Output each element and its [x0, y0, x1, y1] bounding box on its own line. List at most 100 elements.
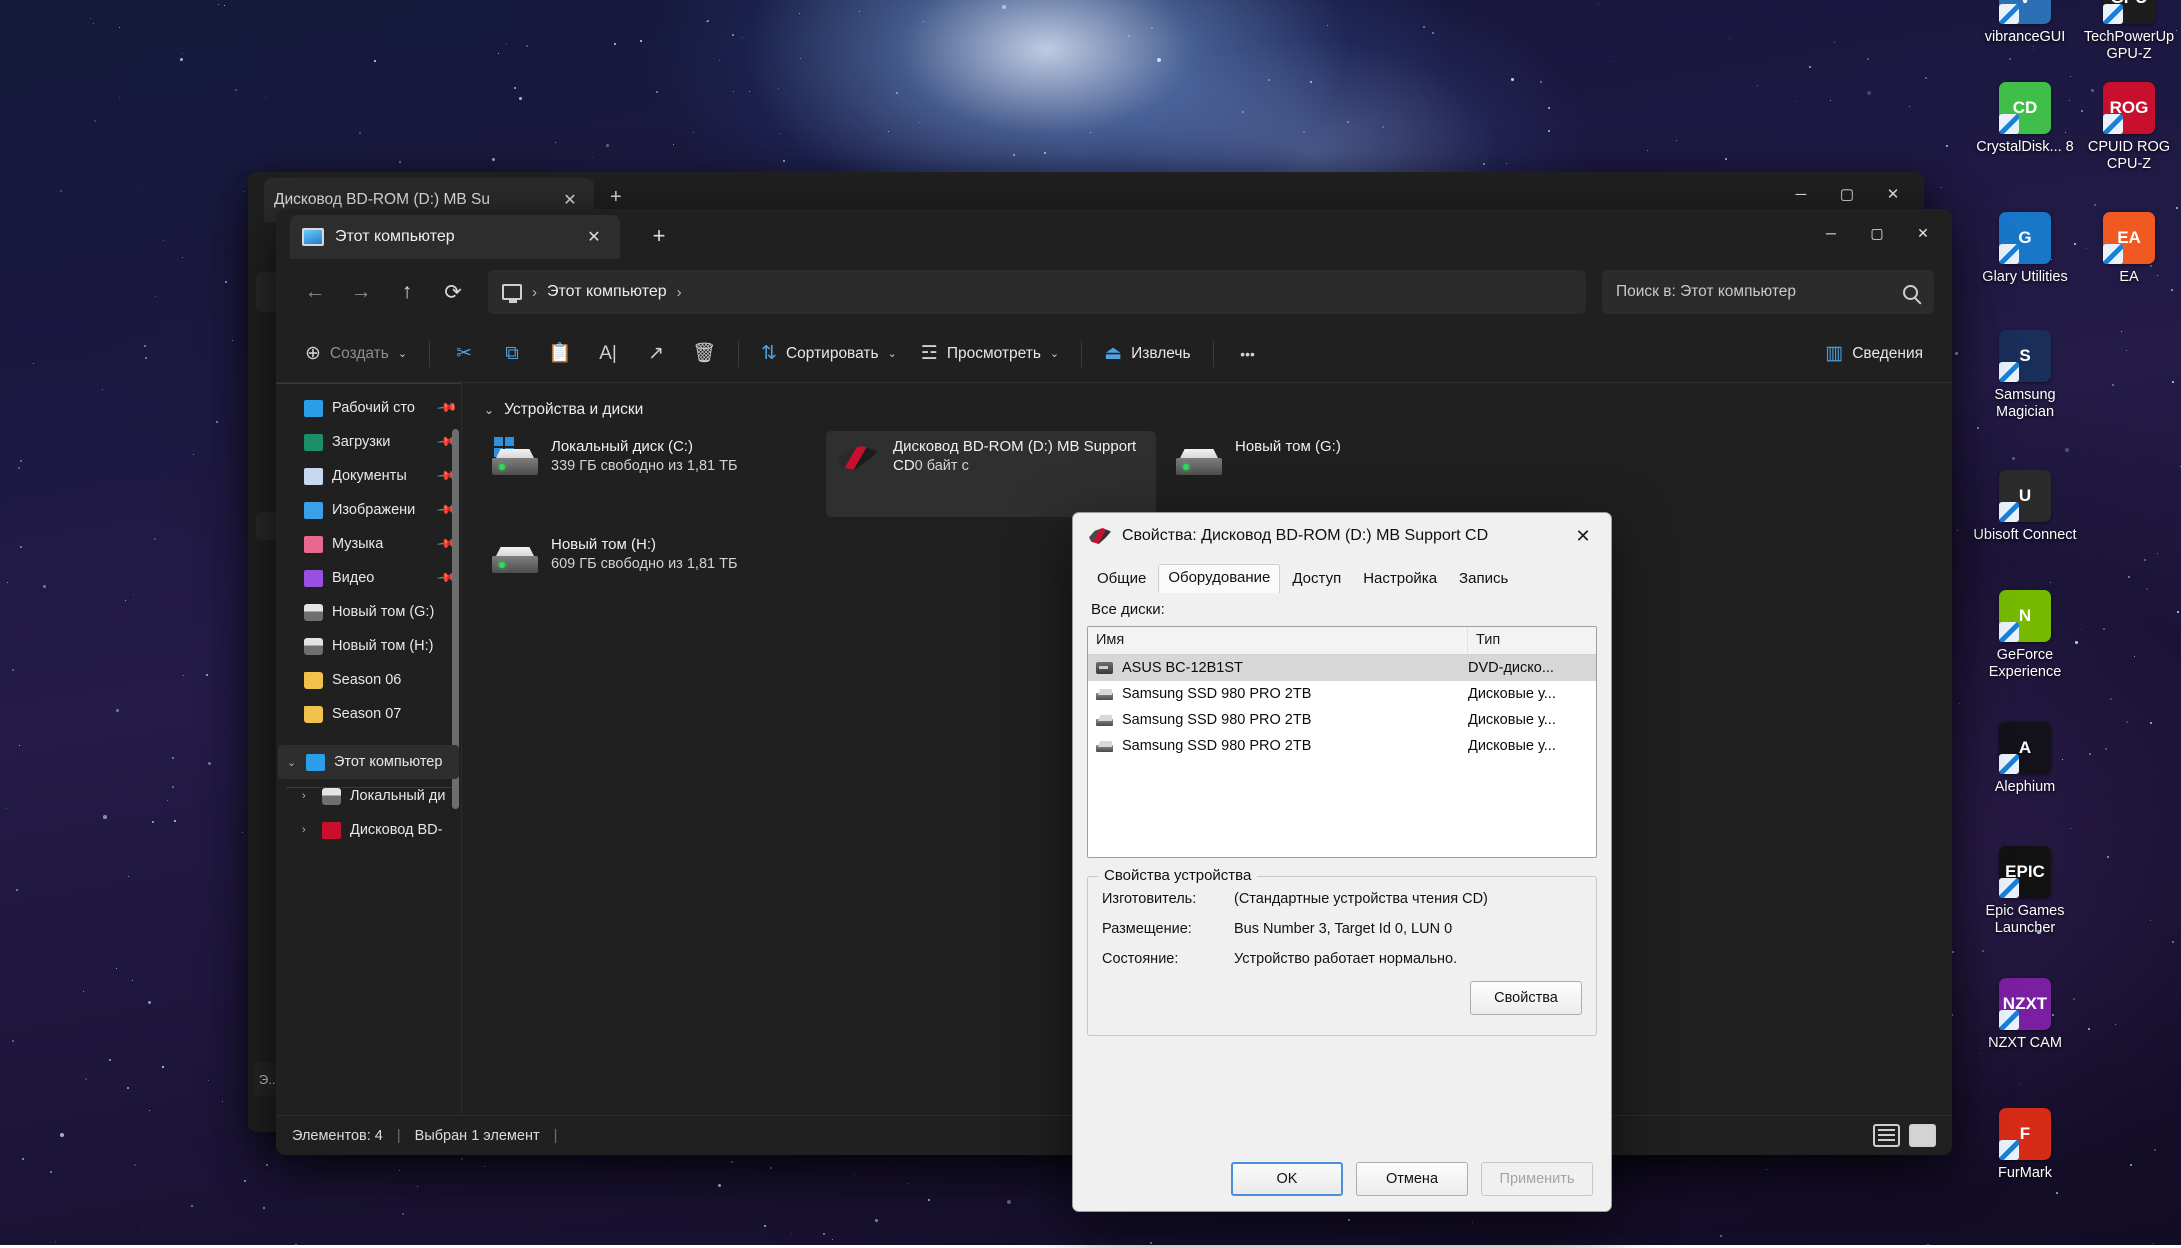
sidebar-item[interactable]: Новый том (G:) [276, 595, 461, 629]
desktop-icon-ubisoft-connect[interactable]: UUbisoft Connect [1973, 470, 2077, 544]
desktop-icon-furmark[interactable]: FFurMark [1973, 1108, 2077, 1182]
share-button[interactable]: ↗ [633, 333, 679, 375]
desktop-icon-geforce-experience[interactable]: NGeForce Experience [1973, 590, 2077, 681]
apply-button[interactable]: Применить [1481, 1162, 1593, 1196]
sidebar-item[interactable]: Season 07 [276, 697, 461, 731]
sidebar-item-label: Season 07 [332, 706, 455, 722]
search-input[interactable]: Поиск в: Этот компьютер [1602, 270, 1934, 314]
sidebar-item[interactable]: Рабочий сто📌 [276, 391, 461, 425]
device-table[interactable]: Имя Тип ASUS BC-12B1STDVD-диско...Samsun… [1087, 626, 1597, 858]
drive-tile[interactable]: Новый том (H:)609 ГБ свободно из 1,81 ТБ [484, 529, 814, 601]
forward-icon[interactable]: → [340, 271, 382, 313]
eject-button[interactable]: ⏏ Извлечь [1093, 333, 1201, 375]
details-pane-button[interactable]: ▥ Сведения [1814, 333, 1934, 375]
drive-tile[interactable]: Локальный диск (C:)339 ГБ свободно из 1,… [484, 431, 814, 503]
sidebar-item[interactable]: ›Дисковод BD- [276, 813, 461, 847]
dialog-titlebar[interactable]: Свойства: Дисковод BD-ROM (D:) MB Suppor… [1073, 513, 1611, 559]
dialog-tab[interactable]: Оборудование [1158, 564, 1280, 593]
chevron-icon[interactable]: ⌄ [287, 756, 299, 769]
drive-properties-dialog[interactable]: Свойства: Дисковод BD-ROM (D:) MB Suppor… [1072, 512, 1612, 1212]
desktop-icon-glary-utilities[interactable]: GGlary Utilities [1973, 212, 2077, 286]
close-icon[interactable]: ✕ [1900, 211, 1946, 255]
view-button[interactable]: ☲ Просмотреть ⌄ [910, 333, 1070, 375]
desktop-icon-epic-games[interactable]: EPICEpic Games Launcher [1973, 846, 2077, 937]
window-controls[interactable]: ─ ▢ ✕ [1808, 211, 1946, 255]
ok-button[interactable]: OK [1231, 1162, 1343, 1196]
details-view-icon[interactable] [1909, 1124, 1936, 1147]
device-row[interactable]: Samsung SSD 980 PRO 2TBДисковые у... [1088, 681, 1596, 707]
dialog-tab[interactable]: Доступ [1282, 565, 1351, 593]
breadcrumb-current[interactable]: Этот компьютер [547, 283, 667, 301]
sidebar-item[interactable]: Новый том (H:) [276, 629, 461, 663]
breadcrumb-chevron-2[interactable]: › [677, 284, 682, 301]
device-row[interactable]: Samsung SSD 980 PRO 2TBДисковые у... [1088, 733, 1596, 759]
sidebar-item[interactable]: Видео📌 [276, 561, 461, 595]
back-icon[interactable]: ← [294, 271, 336, 313]
chevron-icon[interactable]: › [302, 824, 314, 836]
sidebar-item[interactable]: Загрузки📌 [276, 425, 461, 459]
desktop-icon-vibrancegui[interactable]: VvibranceGUI [1973, 0, 2077, 46]
desktop-icon-label: GeForce Experience [1973, 647, 2077, 681]
crystaldiskinfo-icon: CD [1999, 82, 2051, 134]
rename-button[interactable]: A| [585, 333, 631, 375]
device-type: DVD-диско... [1468, 660, 1596, 676]
paste-button[interactable]: 📋 [537, 333, 583, 375]
up-icon[interactable]: ↑ [386, 271, 428, 313]
pin-icon[interactable]: 📌 [436, 397, 459, 420]
drive-tile[interactable]: Дисковод BD-ROM (D:) MB Support CD0 байт… [826, 431, 1156, 517]
device-properties-button[interactable]: Свойства [1470, 981, 1582, 1015]
device-row[interactable]: Samsung SSD 980 PRO 2TBДисковые у... [1088, 707, 1596, 733]
refresh-icon[interactable]: ⟳ [432, 271, 474, 313]
device-row[interactable]: ASUS BC-12B1STDVD-диско... [1088, 655, 1596, 681]
list-view-icon[interactable] [1873, 1124, 1900, 1147]
dialog-close-icon[interactable]: ✕ [1561, 516, 1605, 556]
desktop-icon-cpuz[interactable]: ROGCPUID ROG CPU-Z [2077, 82, 2181, 173]
drive-tile[interactable]: Новый том (G:) [1168, 431, 1498, 503]
column-header-name[interactable]: Имя [1088, 627, 1468, 654]
sidebar-item[interactable]: ⌄Этот компьютер [278, 745, 459, 779]
epic-games-icon: EPIC [1999, 846, 2051, 898]
chevron-icon[interactable]: › [302, 790, 314, 802]
tab-close-icon[interactable]: ✕ [580, 223, 608, 251]
background-new-tab-icon[interactable]: + [610, 186, 622, 209]
minimize-icon[interactable]: ─ [1808, 211, 1854, 255]
desktop-icon-alephium[interactable]: AAlephium [1973, 722, 2077, 796]
toolbar-divider-2 [738, 341, 739, 367]
background-tab-label: Дисковод BD-ROM (D:) MB Su [274, 191, 547, 209]
maximize-icon[interactable]: ▢ [1854, 211, 1900, 255]
navigation-pane[interactable]: Рабочий сто📌Загрузки📌Документы📌Изображен… [276, 383, 462, 1115]
local-disk-icon [322, 788, 341, 805]
column-header-type[interactable]: Тип [1468, 627, 1596, 654]
group-header[interactable]: ⌄ Устройства и диски [484, 401, 1952, 419]
overflow-button[interactable]: ••• [1225, 333, 1271, 375]
drive-tile-name: Локальный диск (C:) [551, 438, 693, 455]
device-property-row: Размещение:Bus Number 3, Target Id 0, LU… [1102, 921, 1582, 937]
dialog-tab[interactable]: Запись [1449, 565, 1518, 593]
sidebar-item[interactable]: Музыка📌 [276, 527, 461, 561]
new-button[interactable]: ⊕ Создать ⌄ [294, 333, 418, 375]
sidebar-item[interactable]: Документы📌 [276, 459, 461, 493]
explorer-tab-strip[interactable]: Этот компьютер ✕ + ─ ▢ ✕ [276, 209, 1952, 259]
explorer-tab-this-pc[interactable]: Этот компьютер ✕ [290, 215, 620, 259]
sidebar-item[interactable]: ›Локальный ди [276, 779, 461, 813]
folder-icon [304, 672, 323, 689]
desktop-icon-gpuz[interactable]: GPUTechPowerUp GPU-Z [2077, 0, 2181, 63]
search-icon[interactable] [1903, 285, 1918, 300]
desktop-icon-samsung-magician[interactable]: SSamsung Magician [1973, 330, 2077, 421]
dialog-tab[interactable]: Настройка [1353, 565, 1447, 593]
sort-button[interactable]: ⇅ Сортировать ⌄ [750, 333, 908, 375]
desktop-icon-nzxt-cam[interactable]: NZXTNZXT CAM [1973, 978, 2077, 1052]
desktop-icon-label: TechPowerUp GPU-Z [2077, 29, 2181, 63]
delete-button[interactable]: 🗑 [681, 333, 727, 375]
sidebar-item[interactable]: Season 06 [276, 663, 461, 697]
group-chevron-down-icon[interactable]: ⌄ [484, 403, 494, 417]
new-tab-icon[interactable]: + [644, 222, 674, 250]
sidebar-item[interactable]: Изображени📌 [276, 493, 461, 527]
dialog-tab[interactable]: Общие [1087, 565, 1156, 593]
cancel-button[interactable]: Отмена [1356, 1162, 1468, 1196]
address-bar[interactable]: › Этот компьютер › [488, 270, 1586, 314]
desktop-icon-ea-app[interactable]: EAEA [2077, 212, 2181, 286]
copy-button[interactable]: ⧉ [489, 333, 535, 375]
desktop-icon-crystaldiskinfo[interactable]: CDCrystalDisk... 8 [1973, 82, 2077, 156]
cut-button[interactable]: ✂ [441, 333, 487, 375]
